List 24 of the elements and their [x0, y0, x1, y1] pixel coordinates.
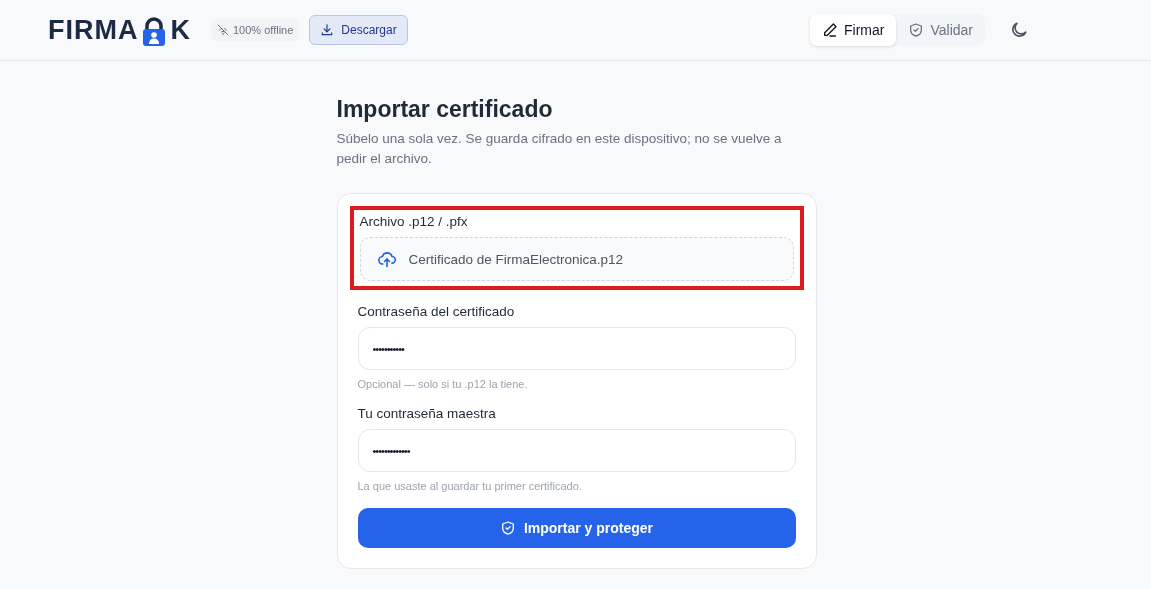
field-hint: La que usaste al guardar tu primer certificado.	[357, 480, 583, 492]
shield-check-icon	[908, 22, 925, 38]
field-hint: Opcional — solo si tu .p12 la tiene.	[357, 378, 529, 390]
moon-icon	[1009, 20, 1029, 40]
shield-check-icon	[499, 520, 516, 536]
file-name: Certificado de FirmaElectronica.p12	[408, 251, 624, 267]
logo[interactable]: FIRMA K	[48, 16, 191, 44]
field-label: Archivo .p12 / .pfx	[359, 214, 469, 229]
page-title: Importar certificado	[336, 96, 554, 123]
field-label: Tu contraseña maestra	[357, 406, 497, 421]
nav-tab[interactable]: Validar	[896, 14, 985, 46]
offline-label: 100% offline	[233, 24, 294, 36]
page-subtitle: Súbelo una sola vez. Se guarda cifrado en este dispositivo; no se vuelve a pedir el archivo.	[336, 130, 783, 168]
wifi-off-icon	[217, 24, 229, 36]
pencil-icon	[822, 22, 838, 38]
file-drop-field[interactable]: Certificado de FirmaElectronica.p12	[359, 237, 794, 281]
download-icon	[320, 23, 335, 37]
cloud-upload-icon	[376, 249, 397, 269]
field-label: Contraseña del certificado	[357, 304, 516, 319]
import-button[interactable]: Importar y proteger	[357, 508, 796, 548]
nav-tab[interactable]: Firmar	[810, 14, 897, 46]
password-field[interactable]: •••••••••••••	[357, 429, 796, 472]
password-field[interactable]: •••••••••••	[357, 327, 796, 370]
download-button[interactable]: Descargar	[309, 15, 408, 45]
